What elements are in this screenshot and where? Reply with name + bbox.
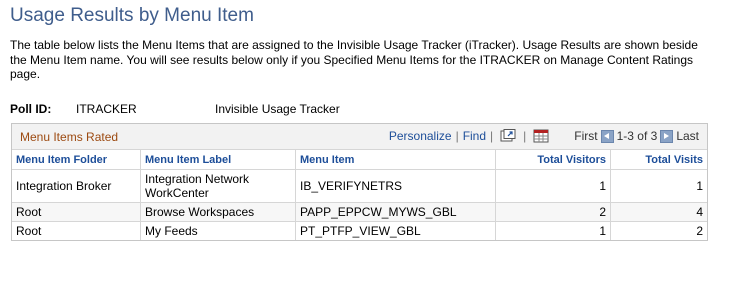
cell-visits: 1 xyxy=(610,169,707,203)
grid-title: Menu Items Rated xyxy=(20,130,119,144)
page-title: Usage Results by Menu Item xyxy=(10,5,254,26)
poll-id-label: Poll ID: xyxy=(10,102,52,116)
col-menu-item-label[interactable]: Menu Item Label xyxy=(140,150,296,170)
col-total-visits[interactable]: Total Visits xyxy=(610,150,707,170)
grid-toolbar: Personalize | Find | | First 1-3 of 3 La… xyxy=(389,129,699,143)
separator: | xyxy=(455,129,459,143)
separator: | xyxy=(523,129,527,143)
cell-folder: Root xyxy=(12,221,141,240)
cell-label: Browse Workspaces xyxy=(140,202,296,222)
page-description: The table below lists the Menu Items tha… xyxy=(10,38,698,81)
col-total-visitors[interactable]: Total Visitors xyxy=(495,150,611,170)
personalize-link[interactable]: Personalize xyxy=(389,129,452,143)
table-row: Root Browse Workspaces PAPP_EPPCW_MYWS_G… xyxy=(12,202,707,222)
cell-item: PT_PTFP_VIEW_GBL xyxy=(295,221,496,240)
cell-folder: Root xyxy=(12,202,141,222)
cell-item: PAPP_EPPCW_MYWS_GBL xyxy=(295,202,496,222)
col-menu-item-folder[interactable]: Menu Item Folder xyxy=(12,150,141,170)
cell-visitors: 1 xyxy=(495,169,611,203)
cell-visitors: 1 xyxy=(495,221,611,240)
poll-id-value: ITRACKER xyxy=(76,102,137,116)
pager-first-label: First xyxy=(574,129,598,143)
separator: | xyxy=(490,129,494,143)
download-spreadsheet-icon[interactable] xyxy=(533,129,549,143)
find-link[interactable]: Find xyxy=(463,129,486,143)
cell-visits: 2 xyxy=(696,224,703,238)
table-row: Integration Broker Integration Network W… xyxy=(12,169,707,203)
pager-previous-icon[interactable] xyxy=(600,129,614,143)
cell-item: IB_VERIFYNETRS xyxy=(295,169,496,203)
pager-range: 1-3 of 3 xyxy=(616,129,658,143)
cell-visitors: 2 xyxy=(495,202,611,222)
view-all-icon[interactable] xyxy=(500,129,516,143)
header-row: Menu Item Folder Menu Item Label Menu It… xyxy=(12,150,707,170)
menu-items-grid: Menu Items Rated Personalize | Find | | xyxy=(11,123,708,241)
cell-folder: Integration Broker xyxy=(12,169,141,203)
pager-next-icon[interactable] xyxy=(660,129,674,143)
grid-header: Menu Items Rated Personalize | Find | | xyxy=(12,124,707,150)
table-row: Root My Feeds PT_PTFP_VIEW_GBL 1 2 xyxy=(12,221,707,240)
pager-last-label: Last xyxy=(676,129,699,143)
cell-label: Integration Network WorkCenter xyxy=(140,169,296,203)
cell-visits: 4 xyxy=(610,202,707,222)
results-table: Menu Item Folder Menu Item Label Menu It… xyxy=(12,150,707,240)
poll-name: Invisible Usage Tracker xyxy=(215,102,340,116)
col-menu-item[interactable]: Menu Item xyxy=(295,150,496,170)
cell-label: My Feeds xyxy=(140,221,296,240)
